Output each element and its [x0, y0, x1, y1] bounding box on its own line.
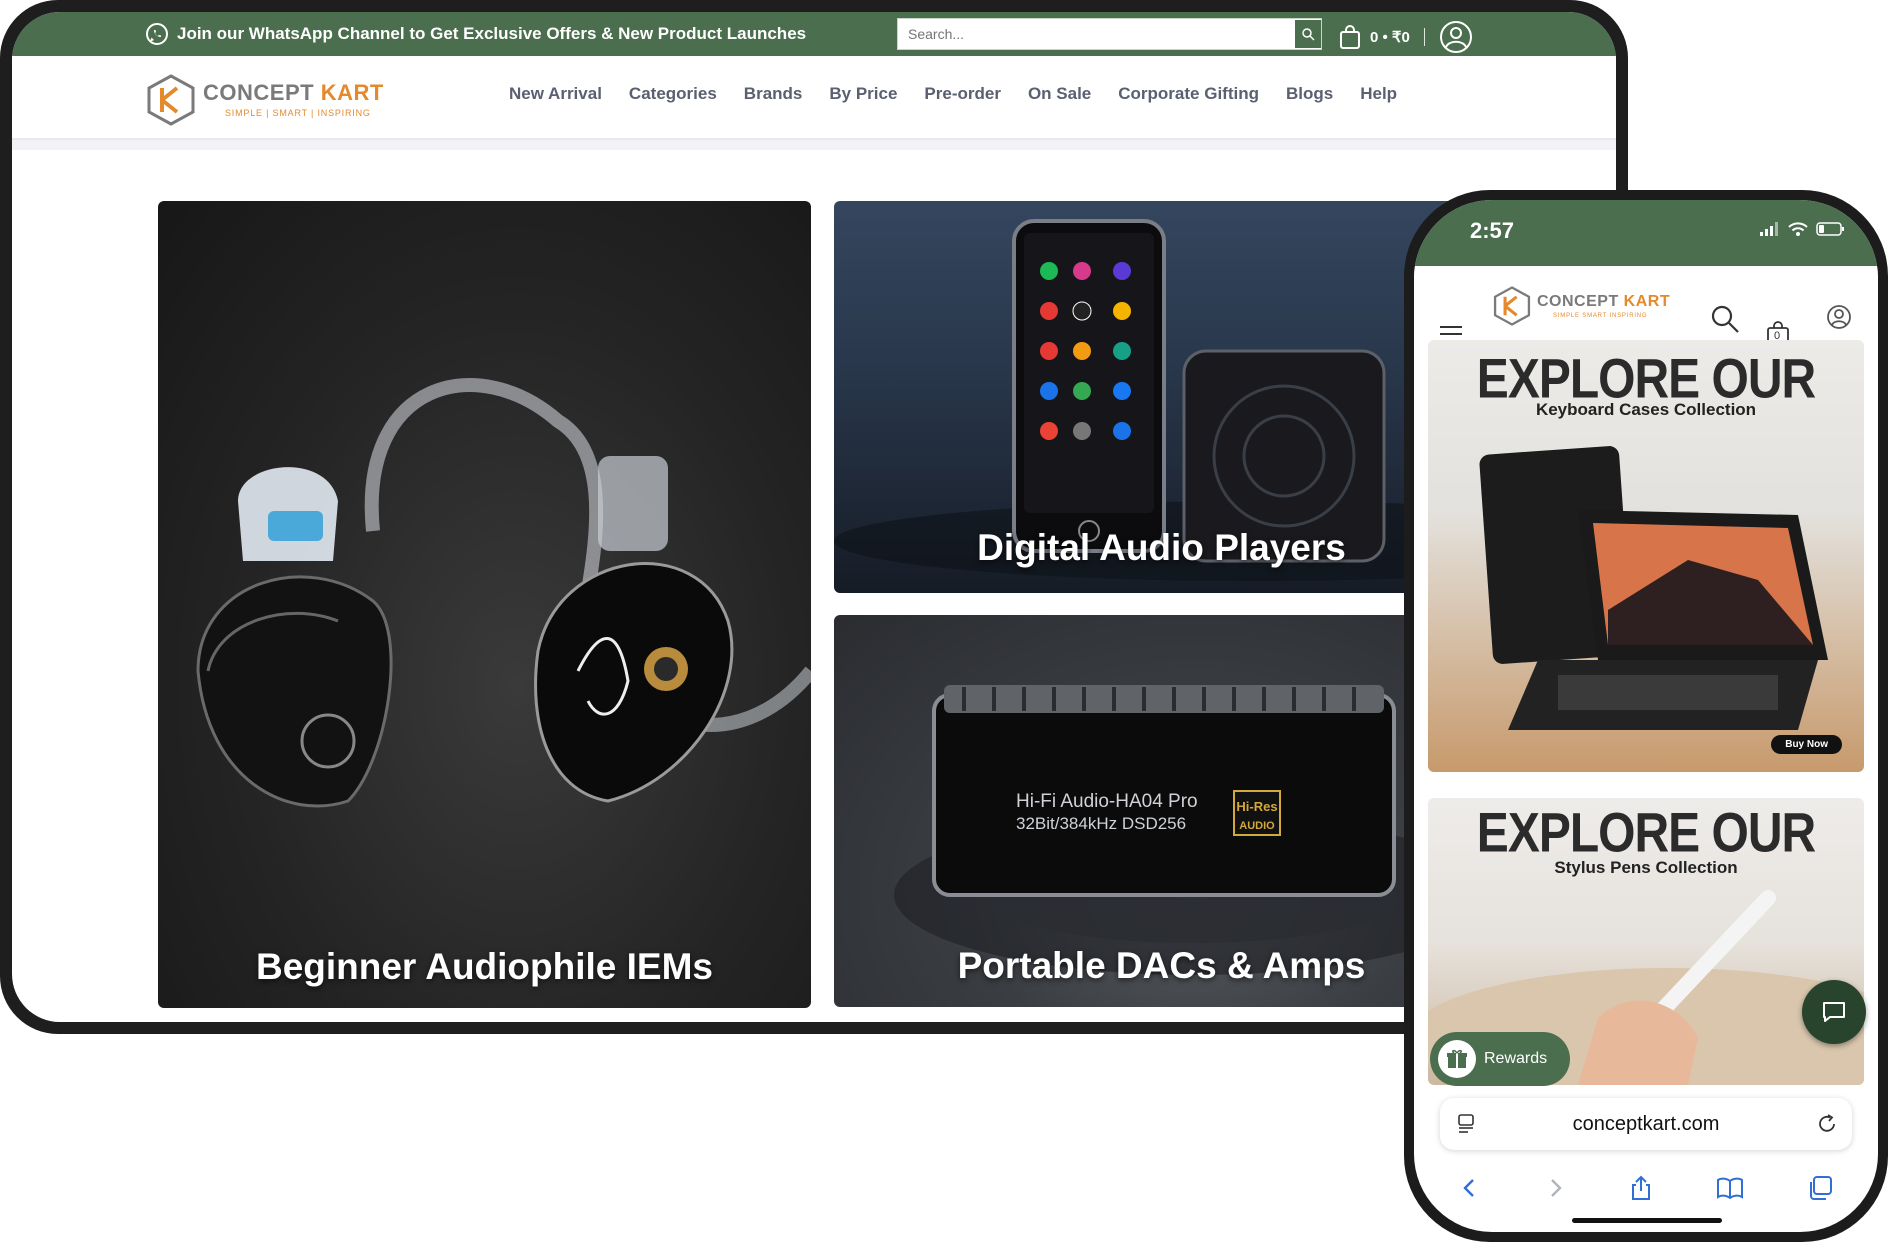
nav-brands[interactable]: Brands [744, 84, 803, 104]
banner-buy-now-button[interactable]: Buy Now [1771, 735, 1842, 754]
battery-icon [1816, 222, 1844, 236]
phone-site-logo[interactable]: CONCEPT KART SIMPLE SMART INSPIRING [1492, 286, 1670, 326]
chat-button[interactable] [1802, 980, 1866, 1044]
concept-kart-logo-mark [1493, 286, 1531, 326]
back-arrow-icon[interactable] [1458, 1176, 1482, 1200]
nav-corporate-gifting[interactable]: Corporate Gifting [1118, 84, 1259, 104]
tile-label-digital-audio-players: Digital Audio Players [977, 527, 1346, 568]
desktop-screen: Join our WhatsApp Channel to Get Exclusi… [12, 12, 1616, 1022]
concept-kart-logo-mark [147, 74, 195, 126]
whatsapp-banner-link[interactable]: Join our WhatsApp Channel to Get Exclusi… [145, 22, 806, 46]
search-icon [1302, 28, 1315, 41]
nav-new-arrival[interactable]: New Arrival [509, 84, 602, 104]
home-indicator [1572, 1218, 1722, 1223]
phone-mockup-frame: 2:57 CONCEPT KART SIMPLE SMART INSPIRING… [1404, 190, 1888, 1242]
header-divider-strip [12, 140, 1616, 150]
tile-label-portable-dacs: Portable DACs & Amps [957, 945, 1366, 986]
nav-help[interactable]: Help [1360, 84, 1397, 104]
site-logo[interactable]: CONCEPT KART SIMPLE | SMART | INSPIRING [145, 74, 384, 126]
dac-product-text-2: 32Bit/384kHz DSD256 [1016, 814, 1186, 833]
logo-tagline: SIMPLE | SMART | INSPIRING [225, 108, 371, 118]
whatsapp-icon [146, 23, 168, 45]
forward-arrow-icon[interactable] [1543, 1176, 1567, 1200]
nav-by-price[interactable]: By Price [829, 84, 897, 104]
topbar-divider [1423, 28, 1425, 46]
banner-keyboard-cases[interactable]: EXPLORE OUR Keyboard Cases Collection Bu… [1428, 340, 1864, 772]
shopping-bag-icon [1340, 25, 1360, 49]
cellular-signal-icon [1760, 222, 1778, 236]
logo-name-kart: KART [320, 80, 384, 105]
tile-label-iems: Beginner Audiophile IEMs [255, 946, 714, 987]
reload-icon[interactable] [1816, 1113, 1838, 1135]
desktop-mockup-frame: Join our WhatsApp Channel to Get Exclusi… [0, 0, 1628, 1034]
hi-res-badge-top: Hi-Res [1236, 799, 1277, 814]
iem-earphones-image [196, 378, 811, 808]
search-input[interactable] [898, 20, 1295, 48]
phone-logo-name-concept: CONCEPT [1537, 292, 1624, 310]
dac-product-text-1: Hi-Fi Audio-HA04 Pro [1016, 791, 1198, 812]
nav-categories[interactable]: Categories [629, 84, 717, 104]
browser-url-text: conceptkart.com [1572, 1112, 1720, 1135]
wifi-icon [1788, 222, 1808, 236]
nav-pre-order[interactable]: Pre-order [924, 84, 1001, 104]
whatsapp-banner-text: Join our WhatsApp Channel to Get Exclusi… [177, 24, 807, 43]
nav-blogs[interactable]: Blogs [1286, 84, 1333, 104]
rewards-label: Rewards [1484, 1050, 1548, 1067]
rewards-button[interactable]: Rewards [1430, 1032, 1570, 1086]
phone-logo-name-kart: KART [1623, 292, 1671, 310]
search-button[interactable] [1295, 20, 1321, 48]
phone-screen: 2:57 CONCEPT KART SIMPLE SMART INSPIRING… [1414, 200, 1878, 1232]
phone-search-icon[interactable] [1710, 304, 1740, 334]
cart-summary[interactable]: 0 • ₹0 [1338, 20, 1473, 54]
hi-res-badge-bottom: AUDIO [1239, 820, 1275, 832]
primary-menu: New Arrival Categories Brands By Price P… [509, 84, 1397, 104]
chat-bubble-icon [1823, 1002, 1845, 1022]
phone-logo-tagline: SIMPLE SMART INSPIRING [1553, 312, 1648, 319]
phone-status-bar: 2:57 [1414, 200, 1878, 266]
user-account-icon[interactable] [1439, 20, 1473, 54]
logo-name-concept: CONCEPT [203, 80, 321, 105]
share-icon[interactable] [1627, 1174, 1655, 1202]
status-time: 2:57 [1470, 218, 1515, 243]
browser-toolbar [1414, 1158, 1878, 1218]
main-navigation: CONCEPT KART SIMPLE | SMART | INSPIRING … [12, 56, 1616, 140]
keyboard-case-tablet-image [1479, 446, 1828, 730]
category-tile-portable-dacs[interactable]: Hi-Fi Audio-HA04 Pro 32Bit/384kHz DSD256… [834, 615, 1489, 1007]
status-icons [1760, 222, 1846, 236]
category-tile-digital-audio-players[interactable]: Digital Audio Players [834, 201, 1489, 593]
tabs-icon[interactable] [1806, 1174, 1834, 1202]
announcement-bar: Join our WhatsApp Channel to Get Exclusi… [12, 12, 1616, 56]
category-tile-iems[interactable]: Beginner Audiophile IEMs [158, 201, 811, 1008]
nav-on-sale[interactable]: On Sale [1028, 84, 1091, 104]
browser-address-bar[interactable]: conceptkart.com [1440, 1098, 1852, 1150]
cart-count-total: 0 • ₹0 [1370, 29, 1410, 46]
page-menu-icon[interactable] [1456, 1113, 1476, 1135]
search-box [897, 18, 1322, 50]
bookmarks-icon[interactable] [1715, 1175, 1745, 1201]
phone-user-icon[interactable] [1826, 304, 1852, 330]
gift-icon [1438, 1040, 1476, 1078]
